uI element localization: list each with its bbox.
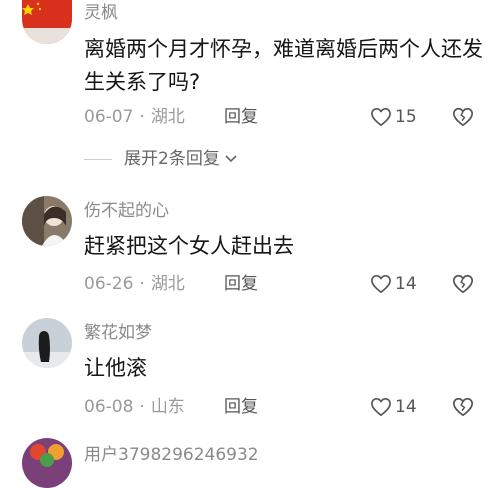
girl-silhouette-avatar-icon: [22, 318, 72, 368]
comment-text: 让他滚: [84, 356, 147, 380]
username[interactable]: 伤不起的心: [84, 200, 169, 222]
comment-date: 06-07: [84, 107, 134, 127]
like-count: 14: [395, 397, 417, 417]
username[interactable]: 灵枫: [84, 2, 118, 24]
comment-meta: 06-07 · 湖北: [84, 105, 185, 129]
heart-icon: [371, 398, 391, 416]
flag-avatar-icon: [22, 0, 72, 44]
separator: ·: [139, 397, 145, 417]
like-button[interactable]: 15: [370, 105, 417, 129]
girl-photo-avatar-icon: [22, 196, 72, 246]
dislike-button[interactable]: [452, 106, 474, 128]
separator: ·: [139, 107, 145, 127]
reply-button[interactable]: 回复: [224, 272, 258, 296]
comment-date: 06-08: [84, 397, 134, 417]
avatar[interactable]: [22, 438, 72, 488]
expand-replies-label: 展开2条回复: [124, 149, 220, 169]
expand-replies-button[interactable]: 展开2条回复: [84, 147, 238, 171]
comment-date: 06-26: [84, 274, 134, 294]
like-button[interactable]: 14: [370, 395, 417, 419]
comment-location: 湖北: [150, 274, 185, 294]
heart-icon: [371, 275, 391, 293]
username[interactable]: 用户3798296246932: [84, 444, 259, 466]
broken-heart-icon: [453, 107, 473, 127]
comment-location: 湖北: [150, 107, 185, 127]
like-count: 14: [395, 274, 417, 294]
dislike-button[interactable]: [452, 273, 474, 295]
avatar[interactable]: [22, 196, 72, 246]
like-count: 15: [395, 107, 417, 127]
comment-text: 离婚两个月才怀孕，难道离婚后两个人还发生关系了吗?: [84, 37, 483, 94]
avatar[interactable]: [22, 318, 72, 368]
comment-meta: 06-26 · 湖北: [84, 272, 185, 296]
dislike-button[interactable]: [452, 396, 474, 418]
colorful-avatar-icon: [22, 438, 72, 488]
separator: ·: [139, 274, 145, 294]
broken-heart-icon: [453, 397, 473, 417]
chevron-down-icon: [225, 155, 237, 163]
divider: [84, 158, 112, 160]
username[interactable]: 繁花如梦: [84, 322, 152, 344]
comment-location: 山东: [150, 397, 185, 417]
heart-icon: [371, 108, 391, 126]
avatar[interactable]: [22, 0, 72, 44]
reply-button[interactable]: 回复: [224, 105, 258, 129]
comment-text: 赶紧把这个女人赶出去: [84, 234, 294, 258]
comment-meta: 06-08 · 山东: [84, 395, 185, 419]
like-button[interactable]: 14: [370, 272, 417, 296]
reply-button[interactable]: 回复: [224, 395, 258, 419]
broken-heart-icon: [453, 274, 473, 294]
